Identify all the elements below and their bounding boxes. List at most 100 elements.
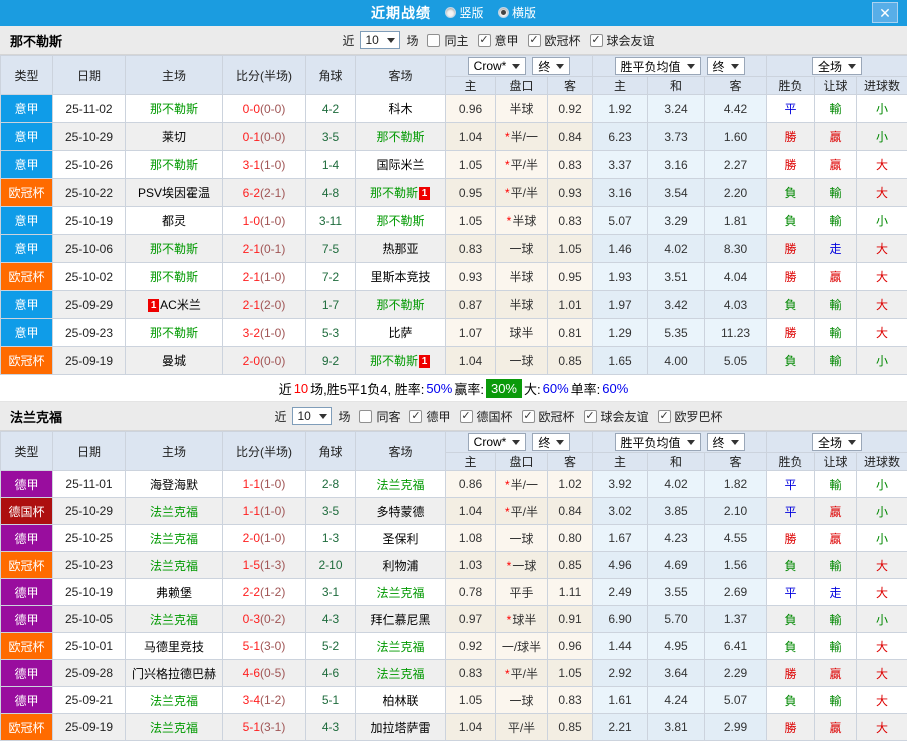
handicap-cell: 平/半	[495, 713, 548, 741]
layout-radio-vertical[interactable]: 竖版	[445, 4, 484, 21]
handicap-cell: 一/球半	[495, 632, 548, 660]
odds-home-cell: 0.93	[445, 262, 496, 291]
scope-dropdown[interactable]: 全场	[812, 57, 863, 75]
odds-final-dropdown[interactable]: 终	[532, 433, 571, 451]
avg-draw-cell: 3.16	[647, 150, 706, 179]
full-time-score: 5-1	[242, 720, 260, 734]
away-team-name: 利物浦	[382, 558, 419, 573]
league-filter-checkbox[interactable]	[477, 33, 491, 47]
odds-home-cell: 1.03	[445, 551, 496, 579]
goals-result-cell: 大	[856, 659, 907, 687]
avg-draw-cell: 3.42	[647, 290, 706, 319]
half-time-score: (0-0)	[260, 129, 286, 144]
corners-cell: 5-3	[305, 318, 356, 347]
away-team-name: 那不勒斯	[369, 354, 418, 368]
outcome-cell: 勝	[766, 234, 816, 263]
score-cell: 6-2(2-1)	[222, 178, 306, 207]
league-cell: 德国杯	[0, 497, 53, 525]
league-filter-checkbox[interactable]	[527, 33, 541, 47]
handicap-value: 平/半	[510, 186, 538, 200]
same-venue-checkbox[interactable]	[359, 409, 373, 423]
avg-draw-cell: 4.02	[647, 470, 706, 498]
avg-draw-cell: 3.51	[647, 262, 706, 291]
away-team-cell: 法兰克福	[355, 470, 446, 498]
home-team-name: 那不勒斯	[149, 158, 198, 172]
corners-cell: 7-2	[305, 262, 356, 291]
score-cell: 3-1(1-0)	[222, 150, 306, 179]
odds-changed-star: *	[504, 666, 510, 681]
league-filter-label: 欧冠杯	[538, 409, 575, 424]
full-time-score: 2-2	[242, 585, 260, 599]
odds-away-cell: 0.80	[546, 524, 594, 552]
league-filter-checkbox[interactable]	[459, 409, 473, 423]
half-time-score: (0-0)	[260, 101, 286, 116]
avg-metric-dropdown[interactable]: 胜平负均值	[614, 57, 701, 75]
corners-cell: 2-10	[305, 551, 356, 579]
match-count-select[interactable]: 10	[292, 407, 333, 425]
outcome-cell: 負	[766, 632, 816, 660]
avg-metric-dropdown[interactable]: 胜平负均值	[614, 433, 701, 451]
odds-changed-star: *	[504, 186, 510, 200]
sub-column-header: 让球	[814, 76, 858, 95]
league-filter-checkbox[interactable]	[521, 409, 535, 423]
avg-final-dropdown[interactable]: 终	[706, 57, 745, 75]
odds-company-dropdown[interactable]: Crow*	[467, 433, 527, 451]
league-filter-checkbox[interactable]	[657, 409, 671, 423]
radio-icon[interactable]	[445, 7, 457, 18]
half-time-score: (1-0)	[260, 269, 286, 284]
league-cell: 德甲	[0, 578, 53, 606]
scope-dropdown[interactable]: 全场	[812, 433, 863, 451]
date-cell: 25-09-21	[52, 686, 126, 714]
full-time-score: 4-6	[242, 666, 260, 680]
league-filter-checkbox[interactable]	[583, 409, 597, 423]
close-button[interactable]: ✕	[872, 2, 898, 23]
league-filter-label: 德国杯	[476, 409, 513, 424]
recent-results-dialog: 近期战绩 竖版 横版 ✕ 那不勒斯 近10场同主意甲欧冠杯球会友谊 类型日期主场…	[0, 0, 907, 751]
league-filter-checkbox[interactable]	[589, 33, 603, 47]
odds-home-cell: 1.04	[445, 497, 496, 525]
handicap-result-cell: 輸	[814, 346, 858, 375]
goals-result-cell: 大	[856, 178, 907, 207]
league-filter-checkbox[interactable]	[409, 409, 423, 423]
avg-away-cell: 5.07	[704, 686, 768, 714]
dialog-title: 近期战绩	[371, 5, 432, 21]
radio-icon[interactable]	[497, 7, 509, 18]
half-time-score: (1-2)	[260, 585, 286, 599]
match-count-select[interactable]: 10	[360, 31, 401, 49]
odds-away-cell: 0.92	[546, 94, 594, 123]
same-venue-checkbox[interactable]	[427, 33, 441, 47]
away-team-cell: 多特蒙德	[355, 497, 446, 525]
home-team-name: 曼城	[161, 354, 186, 368]
score-cell: 1-1(1-0)	[222, 497, 306, 525]
goals-result-cell: 小	[856, 94, 907, 123]
odds-company-dropdown[interactable]: Crow*	[467, 57, 527, 75]
summary-segment: 10	[293, 380, 309, 396]
corners-cell: 4-3	[305, 605, 356, 633]
avg-home-cell: 2.92	[592, 659, 649, 687]
handicap-value: 球半	[509, 326, 534, 340]
outcome-cell: 負	[766, 346, 816, 375]
outcome-cell: 負	[766, 178, 816, 207]
league-filter-label: 德甲	[426, 409, 451, 424]
avg-home-cell: 3.02	[592, 497, 649, 525]
goals-result-cell: 小	[856, 605, 907, 633]
avg-final-dropdown-label: 终	[712, 59, 725, 74]
avg-home-cell: 1.44	[592, 632, 649, 660]
odds-final-dropdown[interactable]: 终	[532, 57, 571, 75]
avg-final-dropdown[interactable]: 终	[706, 433, 745, 451]
half-time-score: (0-1)	[260, 241, 286, 256]
home-team-name: 法兰克福	[149, 612, 198, 627]
handicap-cell: *半/一	[495, 470, 548, 498]
league-cell: 欧冠杯	[0, 713, 53, 741]
avg-home-cell: 1.46	[592, 234, 649, 263]
odds-home-cell: 0.95	[445, 178, 496, 207]
corners-cell: 4-6	[305, 659, 356, 687]
layout-radio-horizontal[interactable]: 横版	[497, 4, 536, 21]
avg-home-cell: 1.65	[592, 346, 649, 375]
odds-away-cell: 0.84	[546, 122, 594, 151]
home-team-cell: 那不勒斯	[125, 94, 223, 123]
column-header: 日期	[52, 431, 126, 471]
summary-segment: 大:	[524, 381, 541, 397]
handicap-result-cell: 輸	[814, 470, 858, 498]
match-row: 意甲 25-10-26 那不勒斯 3-1(1-0) 1-4 国际米兰 1.05 *平/半 0.8…	[0, 150, 907, 179]
